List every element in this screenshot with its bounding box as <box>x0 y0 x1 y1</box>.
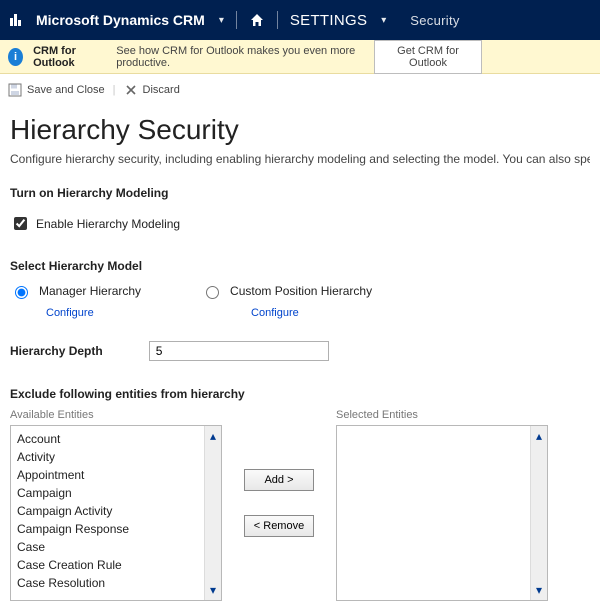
transfer-buttons: Add > < Remove <box>244 469 314 537</box>
home-icon[interactable] <box>249 12 265 28</box>
selected-entities-list[interactable]: ▴ ▾ <box>336 425 548 601</box>
available-entities-list[interactable]: AccountActivityAppointmentCampaignCampai… <box>10 425 222 601</box>
list-item[interactable]: Case Creation Rule <box>17 556 204 574</box>
page-subtitle: Configure hierarchy security, including … <box>10 152 590 166</box>
nav-settings[interactable]: SETTINGS <box>290 12 367 29</box>
nav-breadcrumb-security[interactable]: Security <box>410 13 459 28</box>
list-item[interactable]: Campaign <box>17 484 204 502</box>
get-crm-outlook-button[interactable]: Get CRM for Outlook <box>374 40 482 74</box>
close-icon <box>124 83 138 97</box>
list-item[interactable]: Campaign Response <box>17 520 204 538</box>
separator <box>277 11 278 29</box>
model-heading: Select Hierarchy Model <box>10 259 590 273</box>
scroll-up-icon[interactable]: ▴ <box>210 429 216 443</box>
list-item[interactable]: Case <box>17 538 204 556</box>
enable-modeling-checkbox[interactable] <box>14 217 27 230</box>
modeling-heading: Turn on Hierarchy Modeling <box>10 186 590 200</box>
depth-row: Hierarchy Depth <box>10 341 590 361</box>
enable-modeling-label: Enable Hierarchy Modeling <box>36 217 180 231</box>
global-nav: Microsoft Dynamics CRM ▾ SETTINGS ▾ Secu… <box>0 0 600 40</box>
scroll-down-icon[interactable]: ▾ <box>536 583 542 597</box>
crm-outlook-notice: i CRM for Outlook See how CRM for Outloo… <box>0 40 600 74</box>
notice-text: See how CRM for Outlook makes you even m… <box>116 45 364 69</box>
manager-configure-link[interactable]: Configure <box>46 307 141 319</box>
custom-position-radio[interactable] <box>206 286 219 299</box>
page-title: Hierarchy Security <box>10 114 590 146</box>
scroll-down-icon[interactable]: ▾ <box>210 583 216 597</box>
custom-position-label: Custom Position Hierarchy <box>230 284 372 298</box>
selected-column: Selected Entities ▴ ▾ <box>336 409 548 601</box>
separator: | <box>113 84 116 96</box>
manager-hierarchy-radio[interactable] <box>15 286 28 299</box>
notice-title: CRM for Outlook <box>33 45 106 69</box>
list-item[interactable]: Account <box>17 430 204 448</box>
manager-hierarchy-option[interactable]: Manager Hierarchy <box>10 283 141 299</box>
command-bar: Save and Close | Discard <box>0 74 600 106</box>
chevron-down-icon[interactable]: ▾ <box>219 15 224 26</box>
list-item[interactable]: Case Resolution <box>17 574 204 592</box>
manager-hierarchy-label: Manager Hierarchy <box>39 284 141 298</box>
separator <box>236 11 237 29</box>
model-options: Manager Hierarchy Configure Custom Posit… <box>10 283 590 319</box>
brand-label[interactable]: Microsoft Dynamics CRM <box>36 12 205 28</box>
exclude-heading: Exclude following entities from hierarch… <box>10 387 590 401</box>
page-content: Hierarchy Security Configure hierarchy s… <box>0 106 600 611</box>
depth-label: Hierarchy Depth <box>10 344 103 358</box>
chevron-down-icon[interactable]: ▾ <box>381 15 386 26</box>
enable-modeling-row[interactable]: Enable Hierarchy Modeling <box>10 214 590 233</box>
available-column: Available Entities AccountActivityAppoin… <box>10 409 222 601</box>
discard-button[interactable]: Discard <box>124 83 180 97</box>
discard-label: Discard <box>143 84 180 96</box>
scroll-up-icon[interactable]: ▴ <box>536 429 542 443</box>
add-button[interactable]: Add > <box>244 469 314 491</box>
custom-position-option[interactable]: Custom Position Hierarchy <box>201 283 372 299</box>
scrollbar[interactable]: ▴ ▾ <box>204 426 221 600</box>
list-item[interactable]: Campaign Activity <box>17 502 204 520</box>
crm-logo-icon <box>8 12 24 28</box>
list-item[interactable]: Appointment <box>17 466 204 484</box>
save-and-close-button[interactable]: Save and Close <box>8 83 105 97</box>
custom-configure-link[interactable]: Configure <box>251 307 372 319</box>
remove-button[interactable]: < Remove <box>244 515 314 537</box>
available-label: Available Entities <box>10 409 222 421</box>
info-icon: i <box>8 48 23 66</box>
depth-input[interactable] <box>149 341 329 361</box>
save-icon <box>8 83 22 97</box>
scrollbar[interactable]: ▴ ▾ <box>530 426 547 600</box>
dual-listbox: Available Entities AccountActivityAppoin… <box>10 409 590 601</box>
selected-label: Selected Entities <box>336 409 548 421</box>
list-item[interactable]: Activity <box>17 448 204 466</box>
save-and-close-label: Save and Close <box>27 84 105 96</box>
